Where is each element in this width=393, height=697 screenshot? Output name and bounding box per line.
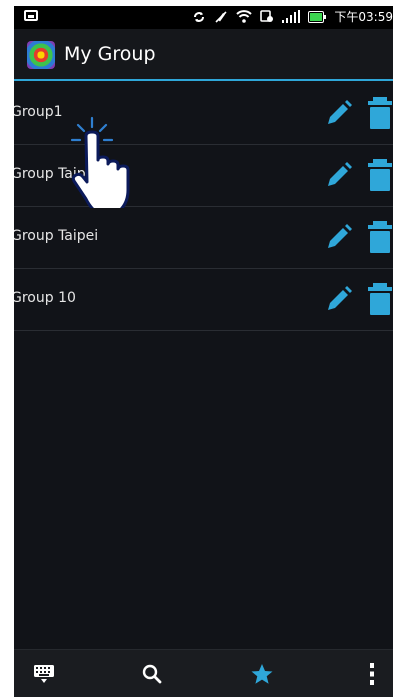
- notification-image-icon: [24, 10, 38, 21]
- status-bar: 下午03:59: [14, 6, 393, 29]
- action-bar: My Group: [14, 29, 393, 81]
- battery-icon: [308, 10, 327, 23]
- overflow-menu-button[interactable]: [358, 660, 386, 688]
- list-item[interactable]: Group 10: [14, 269, 393, 331]
- sync-icon: [194, 11, 205, 22]
- delete-trash-icon[interactable]: [367, 158, 393, 192]
- delete-trash-icon[interactable]: [367, 96, 393, 130]
- search-icon: [142, 664, 162, 684]
- list-item[interactable]: Group Taipei: [14, 145, 393, 207]
- edit-pencil-icon[interactable]: [322, 284, 354, 316]
- app-logo-icon[interactable]: [27, 41, 55, 69]
- edit-pencil-icon[interactable]: [322, 160, 354, 192]
- edit-pencil-icon[interactable]: [322, 98, 354, 130]
- group-list: Group1 Group Taipei Group Taipei Group 1…: [14, 83, 393, 331]
- signal-icon: [282, 10, 301, 23]
- status-icons: 下午03:59: [192, 8, 393, 25]
- group-name: Group 10: [14, 290, 76, 306]
- group-name: Group1: [14, 104, 63, 120]
- delete-trash-icon[interactable]: [367, 220, 393, 254]
- star-icon: [251, 664, 273, 684]
- keyboard-button[interactable]: [30, 660, 58, 688]
- group-name: Group Taipei: [14, 228, 99, 244]
- search-button[interactable]: [138, 660, 166, 688]
- wifi-icon: [236, 10, 253, 23]
- edit-pencil-icon[interactable]: [322, 222, 354, 254]
- favorites-button[interactable]: [248, 660, 276, 688]
- page-title: My Group: [64, 43, 156, 65]
- overflow-menu-icon: [370, 663, 374, 685]
- bottom-toolbar: [14, 649, 393, 697]
- list-item[interactable]: Group Taipei: [14, 207, 393, 269]
- status-time: 下午03:59: [334, 10, 393, 24]
- muted-icon: [215, 10, 227, 23]
- group-name: Group Taipei: [14, 166, 99, 182]
- sim-icon: [260, 10, 274, 22]
- delete-trash-icon[interactable]: [367, 282, 393, 316]
- keyboard-icon: [34, 665, 54, 683]
- app-screen: 下午03:59 My Group Group1 Group Taipei Gro…: [14, 6, 393, 697]
- list-item[interactable]: Group1: [14, 83, 393, 145]
